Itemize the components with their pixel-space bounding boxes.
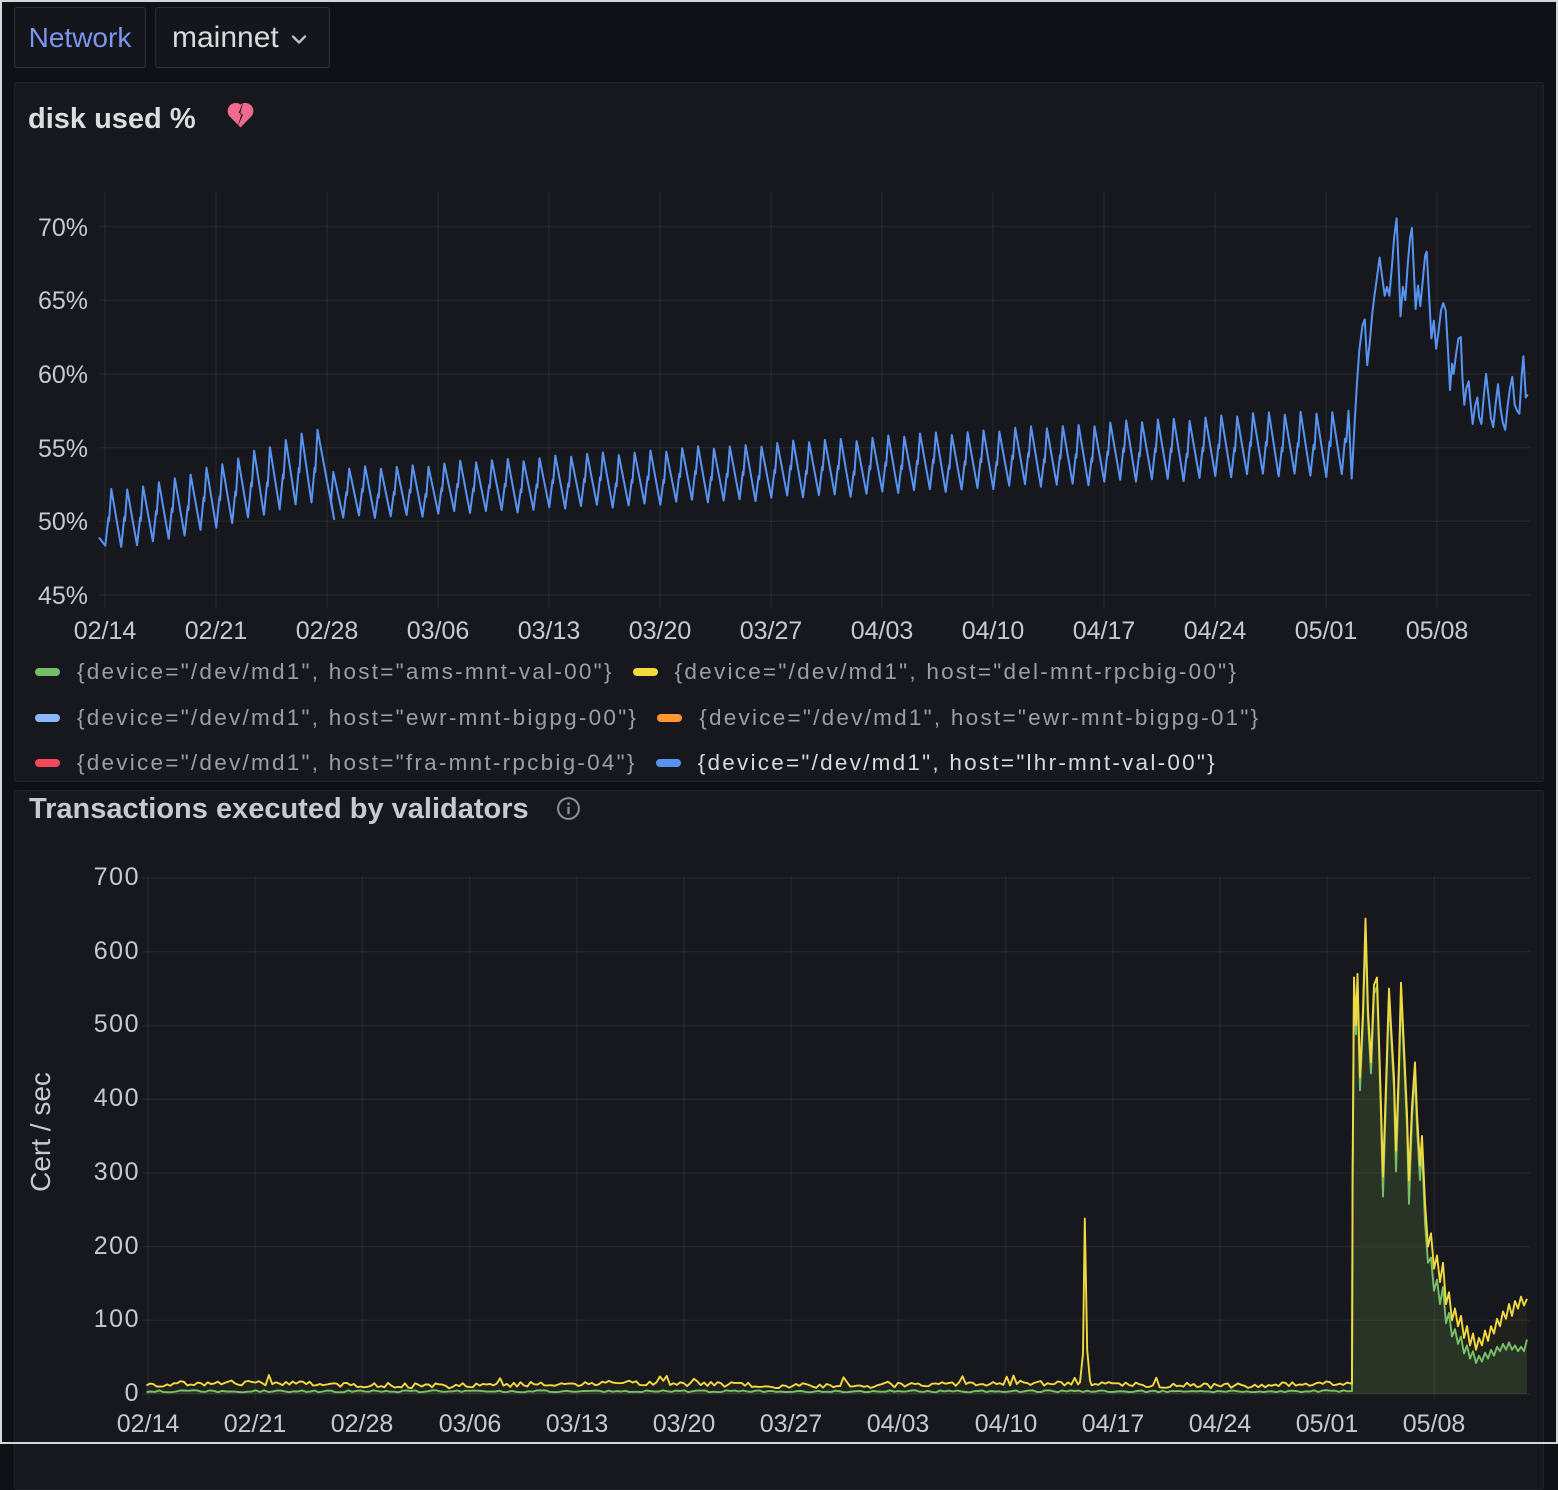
svg-text:400: 400 [94,1084,140,1112]
svg-text:700: 700 [94,863,140,891]
svg-text:03/06: 03/06 [439,1410,502,1438]
svg-text:02/21: 02/21 [185,617,248,645]
svg-text:03/13: 03/13 [546,1410,609,1438]
svg-text:03/13: 03/13 [518,617,581,645]
svg-text:200: 200 [94,1232,140,1260]
svg-text:03/20: 03/20 [629,617,692,645]
svg-text:02/14: 02/14 [117,1410,180,1438]
svg-text:300: 300 [94,1158,140,1186]
svg-text:05/08: 05/08 [1406,617,1469,645]
svg-text:02/14: 02/14 [74,617,137,645]
svg-text:60%: 60% [38,361,88,389]
svg-text:05/08: 05/08 [1403,1410,1466,1438]
svg-text:04/24: 04/24 [1189,1410,1252,1438]
svg-text:65%: 65% [38,287,88,315]
svg-text:03/27: 03/27 [760,1410,823,1438]
svg-text:02/28: 02/28 [296,617,359,645]
svg-text:45%: 45% [38,582,88,610]
svg-text:04/17: 04/17 [1073,617,1136,645]
svg-text:04/10: 04/10 [962,617,1025,645]
svg-text:600: 600 [94,937,140,965]
svg-text:50%: 50% [38,508,88,536]
svg-text:05/01: 05/01 [1296,1410,1359,1438]
svg-text:500: 500 [94,1010,140,1038]
svg-text:03/20: 03/20 [653,1410,716,1438]
svg-text:Cert / sec: Cert / sec [25,1072,56,1192]
svg-text:02/28: 02/28 [331,1410,394,1438]
svg-text:04/24: 04/24 [1184,617,1247,645]
svg-text:100: 100 [94,1305,140,1333]
svg-text:03/27: 03/27 [740,617,803,645]
svg-text:0: 0 [125,1379,140,1407]
svg-text:70%: 70% [38,214,88,242]
svg-text:03/06: 03/06 [407,617,470,645]
svg-text:02/21: 02/21 [224,1410,287,1438]
svg-text:05/01: 05/01 [1295,617,1358,645]
svg-text:04/03: 04/03 [851,617,914,645]
svg-text:55%: 55% [38,435,88,463]
svg-text:04/10: 04/10 [975,1410,1038,1438]
svg-text:04/17: 04/17 [1082,1410,1145,1438]
svg-text:04/03: 04/03 [867,1410,930,1438]
